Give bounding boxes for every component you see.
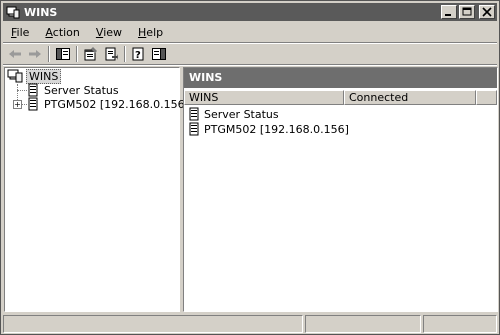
- console-tree-pane[interactable]: WINS Server Status + PTGM502 [192.168.0.…: [4, 67, 189, 312]
- list-item-label: Server Status: [204, 107, 279, 121]
- menu-view[interactable]: View: [88, 25, 130, 41]
- show-hide-action-pane-icon[interactable]: [149, 45, 169, 63]
- server-icon: [28, 97, 38, 111]
- toolbar: ?: [5, 45, 169, 63]
- status-bar: [3, 315, 497, 333]
- minimize-button[interactable]: [441, 5, 457, 19]
- tree-item-ptgm502[interactable]: PTGM502 [192.168.0.156]: [27, 97, 191, 111]
- details-header: WINS: [184, 68, 497, 88]
- tree-root-label: WINS: [26, 68, 62, 84]
- expand-plus-icon[interactable]: +: [13, 100, 22, 109]
- details-pane[interactable]: WINS WINS Connected Server Status PTGM50…: [183, 67, 498, 312]
- tree-connector: [17, 90, 27, 91]
- help-icon[interactable]: ?: [129, 45, 149, 63]
- server-icon: [189, 107, 199, 121]
- list-item-server-status[interactable]: Server Status: [188, 107, 279, 121]
- tree-item-server-status[interactable]: Server Status: [27, 83, 121, 97]
- column-headers: WINS Connected: [184, 90, 497, 105]
- toolbar-bottom-separator: [3, 64, 497, 66]
- tree-item-label: PTGM502 [192.168.0.156]: [44, 97, 189, 111]
- status-cell-3: [423, 315, 497, 333]
- status-cell-2: [305, 315, 421, 333]
- server-icon: [28, 83, 38, 97]
- tree-root-wins[interactable]: WINS: [7, 68, 62, 84]
- tree-item-label: Server Status: [44, 83, 119, 97]
- wins-window: WINS File Action View Help ? WINS Server…: [0, 0, 500, 335]
- wins-server-icon: [7, 69, 23, 83]
- window-title: WINS: [24, 5, 58, 19]
- status-cell-main: [3, 315, 303, 333]
- column-header-wins[interactable]: WINS: [184, 90, 344, 105]
- list-item-label: PTGM502 [192.168.0.156]: [204, 122, 349, 136]
- server-icon: [189, 122, 199, 136]
- show-hide-tree-icon[interactable]: [53, 45, 73, 63]
- forward-arrow-icon[interactable]: [25, 45, 45, 63]
- column-header-filler: [476, 90, 497, 105]
- properties-icon[interactable]: [81, 45, 101, 63]
- menu-file[interactable]: File: [3, 25, 37, 41]
- toolbar-separator: [48, 46, 50, 62]
- close-button[interactable]: [479, 5, 495, 19]
- back-arrow-icon[interactable]: [5, 45, 25, 63]
- svg-text:?: ?: [135, 50, 141, 61]
- menu-bar: File Action View Help: [3, 24, 171, 42]
- toolbar-separator: [124, 46, 126, 62]
- maximize-button[interactable]: [459, 5, 475, 19]
- title-bar[interactable]: WINS: [3, 3, 497, 21]
- wins-app-icon: [6, 6, 20, 19]
- toolbar-separator: [76, 46, 78, 62]
- column-header-connected[interactable]: Connected: [344, 90, 476, 105]
- menu-separator: [3, 42, 497, 44]
- menu-help[interactable]: Help: [130, 25, 171, 41]
- list-item-ptgm502[interactable]: PTGM502 [192.168.0.156]: [188, 122, 349, 136]
- menu-action[interactable]: Action: [37, 25, 87, 41]
- export-list-icon[interactable]: [101, 45, 121, 63]
